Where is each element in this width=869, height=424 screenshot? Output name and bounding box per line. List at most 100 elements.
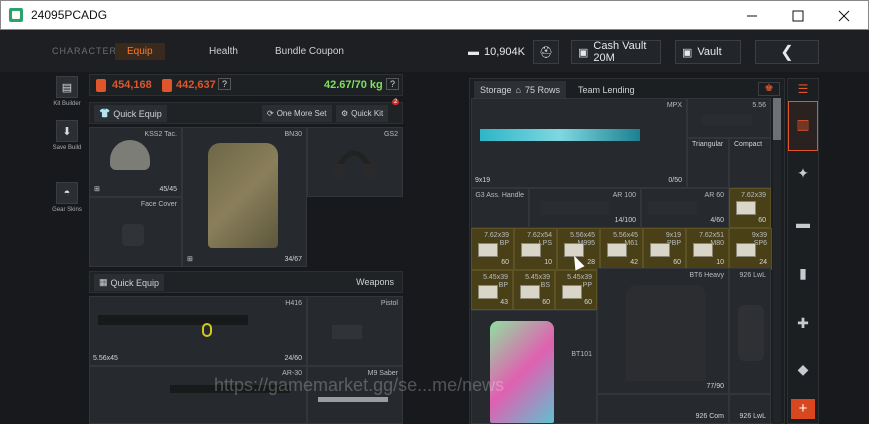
shop-button[interactable]: ⛑: [533, 40, 559, 64]
ammo-caliber: 9x19: [665, 232, 681, 239]
minimize-button[interactable]: [729, 1, 775, 30]
tab-equip[interactable]: Equip: [115, 43, 165, 60]
bt6-slot[interactable]: BT6 Heavy 77/90: [597, 268, 729, 394]
equip-toolbar: 👕 Quick Equip ⟳ One More Set ⚙ Quick Kit 2: [89, 99, 403, 124]
scrollbar-thumb[interactable]: [773, 98, 781, 140]
category-all-icon[interactable]: ☰: [788, 79, 818, 101]
coins-value: 10,904K: [484, 46, 525, 58]
quick-kit-button[interactable]: ⚙ Quick Kit: [336, 105, 389, 122]
minimize-icon: [747, 15, 757, 16]
triangular-slot[interactable]: Triangular: [687, 138, 729, 188]
game-client: CHARACTER Equip Health Bundle Coupon ▬ 1…: [0, 30, 869, 424]
armor-slot[interactable]: BN30 ⊞ 34/67: [182, 127, 307, 267]
primary-ammo: 24/60: [284, 355, 302, 362]
save-build-tool[interactable]: ⬇ Save Build: [50, 120, 84, 151]
ammo-box-icon: [478, 285, 498, 299]
pistol-slot[interactable]: Pistol: [307, 296, 403, 366]
title-bar: 24095PCADG: [0, 0, 869, 30]
tab-health[interactable]: Health: [209, 46, 238, 57]
tab-character[interactable]: CHARACTER: [52, 46, 117, 56]
ammo-count: 43: [500, 299, 508, 306]
ammo-slot[interactable]: 9x19 PBP 60: [643, 228, 686, 270]
ar60-name: AR 60: [704, 192, 724, 199]
ammo-slot[interactable]: 5.56x45 M61 42: [600, 228, 643, 270]
one-more-set-button[interactable]: ⟳ One More Set: [262, 105, 332, 122]
handle-slot[interactable]: G3 Ass. Handle: [471, 188, 529, 228]
attach-icon: ⊞: [187, 256, 193, 263]
mask-icon: [122, 224, 144, 246]
armor-name: BN30: [284, 131, 302, 138]
ammo-slot[interactable]: 5.45x39 PP 60: [555, 270, 597, 310]
maximize-button[interactable]: [775, 1, 821, 30]
ar100-slot[interactable]: AR 100 14/100: [529, 188, 641, 228]
close-button[interactable]: [821, 1, 867, 30]
ammo-type: PP: [582, 282, 592, 289]
category-weapons-icon[interactable]: ▬: [788, 201, 818, 251]
team-lending-tab[interactable]: Team Lending: [578, 85, 635, 95]
sort-button[interactable]: ♚: [758, 82, 780, 96]
primary-caliber: 5.56x45: [93, 355, 118, 362]
storage-tab[interactable]: Storage ⌂ 75 Rows: [474, 81, 566, 99]
help-icon[interactable]: ?: [218, 78, 232, 90]
ammo-slot[interactable]: 5.45x39 BS 60: [513, 270, 555, 310]
ammo-slot[interactable]: 7.62x51 M80 10: [686, 228, 729, 270]
gear-skins-tool[interactable]: ◓ Gear Skins: [50, 182, 84, 213]
headset-slot[interactable]: GS2: [307, 127, 403, 197]
mpx-count: 0/50: [668, 177, 682, 184]
one-more-set-label: One More Set: [276, 109, 327, 118]
category-attachments-icon[interactable]: ✦: [788, 151, 818, 201]
coin-icon: ▬: [468, 46, 479, 58]
bottom-item-name-1: 926 Com: [695, 413, 724, 420]
lwl-name: 926 LwL: [739, 272, 766, 279]
weight-help-icon[interactable]: ?: [386, 78, 400, 90]
ammo-count: 60: [501, 259, 509, 266]
ammo-slot[interactable]: 9x39 SP6 24: [729, 228, 772, 270]
tab-bundle-coupon[interactable]: Bundle Coupon: [275, 46, 344, 57]
category-magazines-icon[interactable]: ▮: [788, 251, 818, 301]
ammo-type: BP: [498, 282, 508, 289]
ammo-count: 28: [587, 259, 595, 266]
ammo-box-icon: [736, 201, 756, 215]
bottom-slot-1[interactable]: 926 Com: [597, 394, 729, 424]
vault-label: Vault: [697, 46, 722, 58]
ammo-type: BP: [499, 240, 509, 247]
category-gear-icon[interactable]: ▥: [788, 101, 818, 151]
compact-slot[interactable]: Compact: [729, 138, 771, 188]
lwl-image: [738, 305, 764, 361]
helmet-icon: ◓: [56, 182, 78, 204]
back-button[interactable]: ❮: [755, 40, 819, 64]
lwl-slot[interactable]: 926 LwL: [729, 268, 771, 394]
ammo-box-icon: [736, 243, 756, 257]
close-icon: [838, 10, 850, 21]
category-meds-icon[interactable]: ✚: [788, 301, 818, 351]
triangular-name: Triangular: [692, 141, 724, 148]
ammo-slot[interactable]: 7.62x54 LPS 10: [514, 228, 557, 270]
helmet-image: [110, 140, 150, 170]
add-button[interactable]: +: [791, 399, 815, 419]
ammo-slot[interactable]: 5.45x39 BP 43: [471, 270, 513, 310]
kit-builder-tool[interactable]: ▤ Kit Builder: [50, 76, 84, 107]
ammo-slot[interactable]: 7.62x39 BP 60: [471, 228, 514, 270]
suppressor-slot[interactable]: 5.56: [687, 98, 771, 138]
quick-equip-button[interactable]: 👕 Quick Equip: [94, 105, 167, 122]
cash-vault-button[interactable]: ▣ Cash Vault 20M: [571, 40, 661, 64]
bottom-slot-2[interactable]: 926 LwL: [729, 394, 771, 424]
weapons-quick-equip-button[interactable]: ▦ Quick Equip: [94, 274, 165, 291]
value-a: 454,168: [112, 79, 152, 91]
category-misc-icon[interactable]: ◆: [788, 351, 818, 387]
helmet-slot[interactable]: KSS2 Tac. ⊞ 45/45: [89, 127, 182, 197]
ammo-name: 7.62x39: [741, 192, 766, 199]
ar60-slot[interactable]: AR 60 4/60: [641, 188, 729, 228]
magazine-marker: [202, 323, 212, 337]
bt6-image: [626, 285, 706, 381]
primary-weapon-slot[interactable]: H416 5.56x45 24/60: [89, 296, 307, 366]
ammo-count: 10: [716, 259, 724, 266]
storage-scrollbar[interactable]: [773, 98, 781, 424]
vault-button[interactable]: ▣ Vault: [675, 40, 741, 64]
quick-kit-label: Quick Kit: [351, 109, 384, 118]
mpx-slot[interactable]: MPX 9x19 0/50: [471, 98, 687, 188]
ammo-slot-top[interactable]: 7.62x39 60: [729, 188, 771, 228]
weapons-toolbar: ▦ Quick Equip Weapons: [89, 271, 403, 293]
face-cover-slot[interactable]: Face Cover: [89, 197, 182, 267]
bt101-slot[interactable]: BT101: [471, 310, 597, 424]
